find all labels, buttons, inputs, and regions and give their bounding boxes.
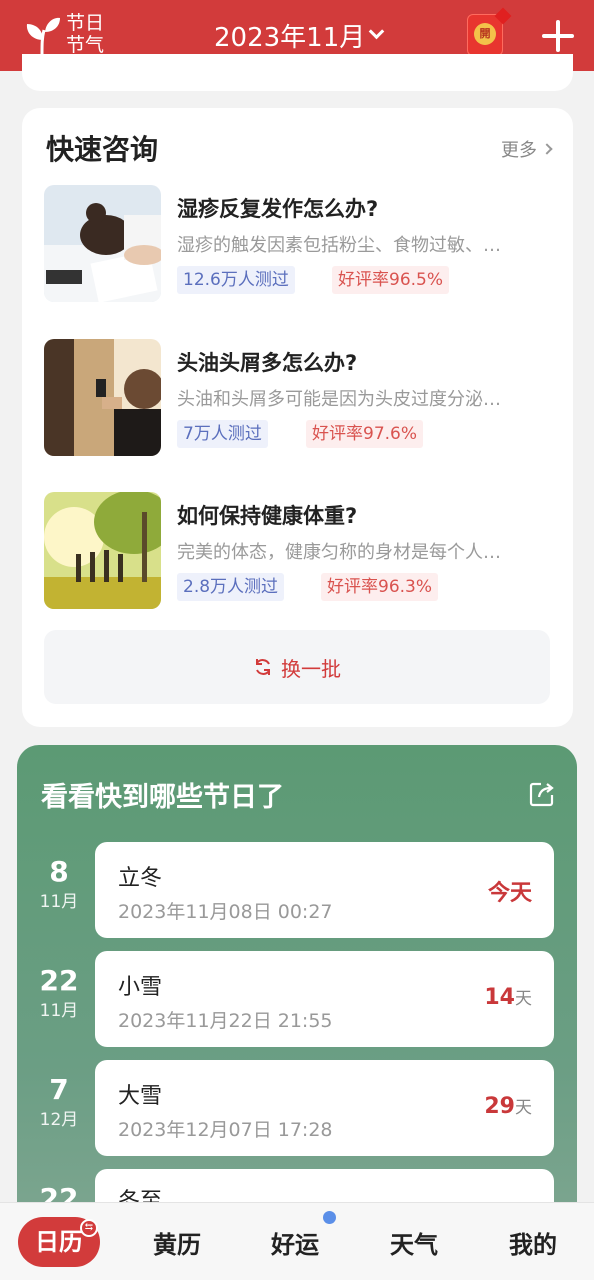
refresh-label: 换一批 [281, 656, 341, 681]
festival-date: 7 12月 [31, 1074, 87, 1134]
month-picker[interactable]: 2023年11月 [214, 16, 385, 54]
festival-day: 7 [49, 1073, 69, 1106]
festival-time: 2023年11月08日 00:27 [118, 901, 333, 923]
section-title: 看看快到哪些节日了 [41, 782, 284, 813]
festival-info: 立冬 2023年11月08日 00:27 今天 [95, 842, 554, 938]
add-icon[interactable] [542, 20, 574, 52]
notification-dot [323, 1211, 336, 1224]
rating-tag: 好评率96.3% [321, 573, 439, 601]
logo-line1: 节日 [66, 12, 105, 34]
chevron-down-icon [368, 23, 385, 39]
countdown-unit: 天 [515, 989, 532, 1009]
refresh-button[interactable]: 换一批 [44, 630, 550, 704]
festival-month: 11月 [39, 1001, 79, 1021]
festival-name: 小雪 [118, 975, 163, 1000]
quick-consult-card: 快速咨询 更多 湿疹反复发作怎么办? 湿疹的触发因素包括粉尘、食物过敏、… 12… [22, 108, 573, 727]
countdown-value: 14 [484, 985, 515, 1010]
festival-info: 小雪 2023年11月22日 21:55 14天 [95, 951, 554, 1047]
chevron-right-icon [541, 143, 553, 155]
upcoming-festivals-card: 看看快到哪些节日了 8 11月 立冬 2023年11月08日 00:27 今天 … [17, 745, 577, 1280]
item-title: 湿疹反复发作怎么办? [177, 197, 379, 221]
festival-name: 大雪 [118, 1084, 163, 1109]
red-packet-seal: 開 [474, 23, 496, 45]
nav-fortune[interactable]: 好运 [271, 1225, 319, 1260]
festival-date: 22 11月 [31, 965, 87, 1025]
item-title: 头油头屑多怎么办? [177, 351, 358, 375]
festival-info: 大雪 2023年12月07日 17:28 29天 [95, 1060, 554, 1156]
item-description: 头油和头屑多可能是因为头皮过度分泌… [177, 389, 501, 410]
app-logo[interactable]: 节日 节气 [24, 12, 114, 60]
previous-card [22, 54, 573, 91]
festival-countdown: 29天 [484, 1093, 532, 1119]
notification-dot [494, 7, 512, 25]
consult-item[interactable]: 头油头屑多怎么办? 头油和头屑多可能是因为头皮过度分泌… 7万人测过 好评率97… [44, 339, 554, 457]
nav-weather[interactable]: 天气 [390, 1225, 438, 1260]
festival-row[interactable]: 8 11月 立冬 2023年11月08日 00:27 今天 [17, 842, 577, 938]
logo-text: 节日 节气 [66, 12, 104, 56]
countdown-value: 29 [484, 1094, 515, 1119]
festival-day: 22 [39, 964, 79, 997]
festival-row[interactable]: 22 11月 小雪 2023年11月22日 21:55 14天 [17, 951, 577, 1047]
swap-icon: ⇆ [80, 1219, 98, 1237]
consult-item[interactable]: 如何保持健康体重? 完美的体态，健康匀称的身材是每个人… 2.8万人测过 好评率… [44, 492, 554, 610]
logo-line2: 节气 [66, 34, 105, 56]
more-label: 更多 [501, 140, 537, 161]
thumbnail-image [44, 492, 161, 609]
rating-tag: 好评率97.6% [306, 420, 424, 448]
tested-count-tag: 2.8万人测过 [177, 573, 285, 601]
festival-countdown: 今天 [488, 875, 532, 907]
festival-time: 2023年12月07日 17:28 [118, 1119, 333, 1141]
more-link[interactable]: 更多 [501, 136, 553, 162]
item-description: 湿疹的触发因素包括粉尘、食物过敏、… [177, 235, 501, 256]
festival-row[interactable]: 7 12月 大雪 2023年12月07日 17:28 29天 [17, 1060, 577, 1156]
festival-date: 8 11月 [31, 856, 87, 916]
month-label: 2023年11月 [214, 22, 366, 53]
refresh-icon [256, 659, 270, 675]
countdown-value: 今天 [487, 881, 532, 906]
red-packet-icon[interactable]: 開 [467, 7, 512, 56]
festival-name: 立冬 [118, 866, 163, 891]
share-icon[interactable] [529, 781, 555, 807]
festival-time: 2023年11月22日 21:55 [118, 1010, 333, 1032]
countdown-unit: 天 [515, 1098, 532, 1118]
nav-almanac[interactable]: 黄历 [153, 1225, 201, 1260]
tested-count-tag: 7万人测过 [177, 420, 268, 448]
nav-mine[interactable]: 我的 [509, 1225, 557, 1260]
nav-label: 日历 [35, 1227, 83, 1256]
nav-calendar[interactable]: 日历 ⇆ [18, 1217, 100, 1267]
rating-tag: 好评率96.5% [332, 266, 450, 294]
thumbnail-image [44, 185, 161, 302]
section-title: 快速咨询 [46, 133, 159, 166]
festival-month: 12月 [39, 1110, 79, 1130]
festival-countdown: 14天 [484, 984, 532, 1010]
sprout-icon [26, 17, 60, 55]
item-title: 如何保持健康体重? [177, 504, 358, 528]
tested-count-tag: 12.6万人测过 [177, 266, 295, 294]
festival-month: 11月 [39, 892, 79, 912]
item-description: 完美的体态，健康匀称的身材是每个人… [177, 542, 501, 563]
thumbnail-image [44, 339, 161, 456]
festival-day: 8 [49, 855, 69, 888]
consult-item[interactable]: 湿疹反复发作怎么办? 湿疹的触发因素包括粉尘、食物过敏、… 12.6万人测过 好… [44, 185, 554, 303]
bottom-navigation: 日历 ⇆ 黄历 好运 天气 我的 [0, 1202, 594, 1280]
